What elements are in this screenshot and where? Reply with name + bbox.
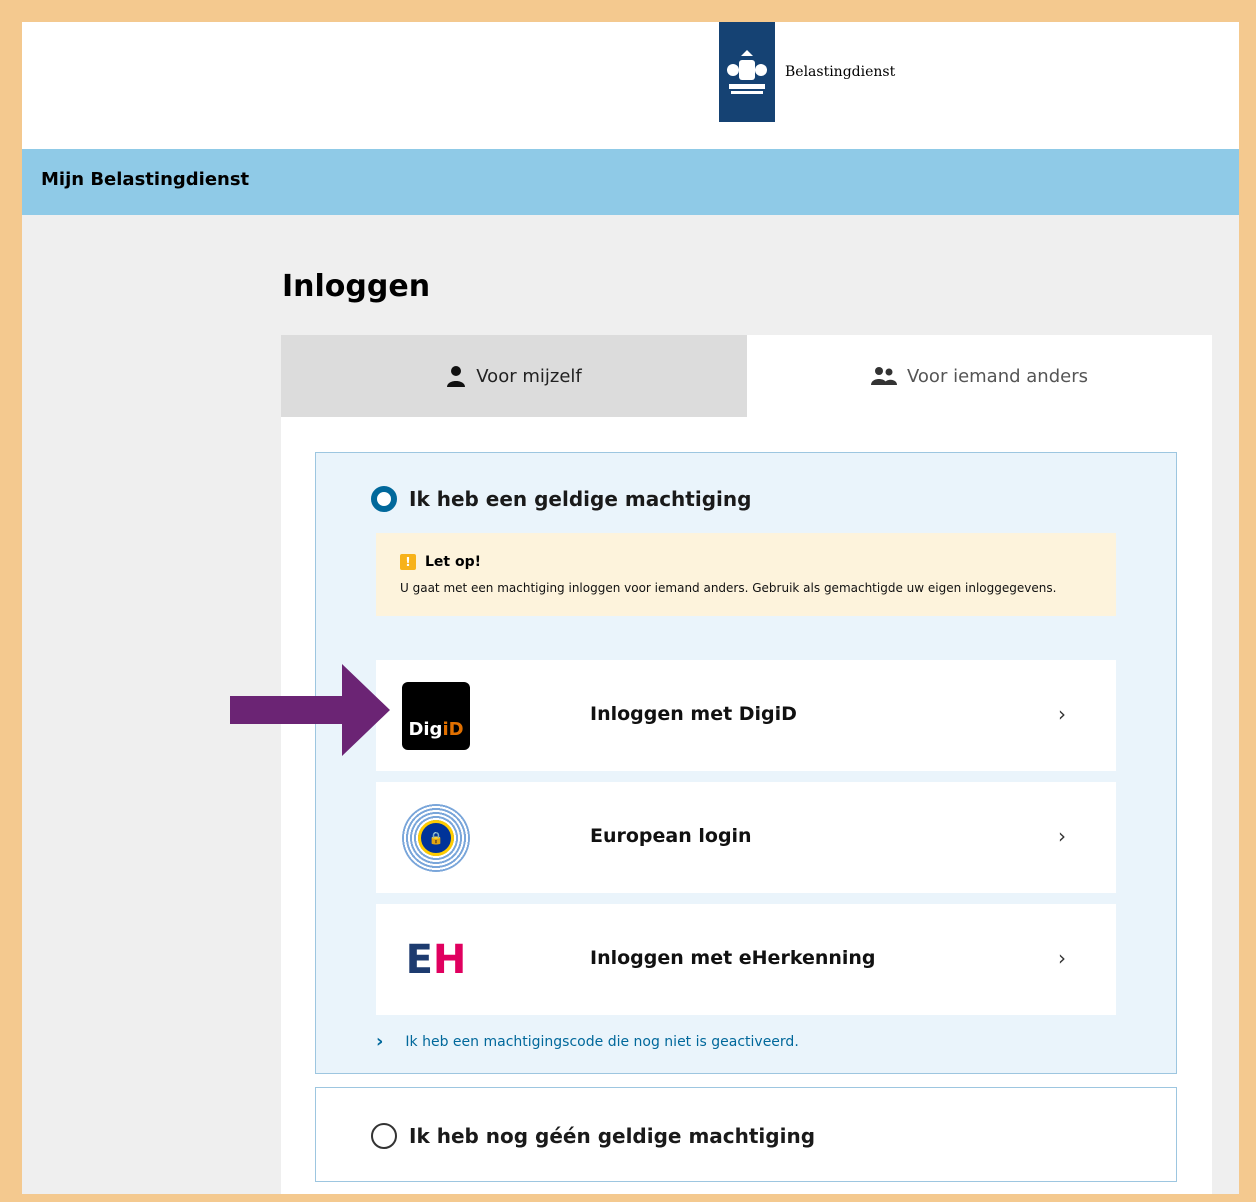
radio-checked[interactable]	[371, 486, 397, 512]
chevron-right-icon: ›	[1058, 702, 1066, 726]
option-label: Inloggen met eHerkenning	[590, 947, 876, 969]
chevron-right-icon: ›	[376, 1031, 384, 1052]
notice-text: U gaat met een machtiging inloggen voor …	[400, 581, 1057, 595]
notice-title: Let op!	[425, 554, 482, 570]
page-title: Inloggen	[282, 269, 431, 304]
tab-voor-mijzelf[interactable]: Voor mijzelf	[281, 335, 747, 417]
site-bar: Mijn Belastingdienst	[22, 149, 1239, 215]
login-option-eherkenning[interactable]: EH Inloggen met eHerkenning ›	[376, 904, 1116, 1015]
eherkenning-logo-icon: EH	[402, 926, 470, 994]
valid-authorization-panel: Ik heb een geldige machtiging ! Let op! …	[315, 452, 1177, 1074]
coat-of-arms-icon	[727, 50, 767, 94]
eh-logo-e: E	[405, 937, 433, 983]
digid-logo-text: Dig	[408, 719, 443, 740]
login-option-european[interactable]: 🔒 European login ›	[376, 782, 1116, 893]
eu-login-logo-icon: 🔒	[402, 804, 470, 872]
no-valid-authorization-panel: Ik heb nog géén geldige machtiging	[315, 1087, 1177, 1182]
tab-voor-iemand-anders[interactable]: Voor iemand anders	[747, 335, 1212, 417]
option-label: European login	[590, 825, 752, 847]
users-icon	[871, 367, 897, 385]
link-text: Ik heb een machtigingscode die nog niet …	[405, 1033, 799, 1050]
top-header: Belastingdienst	[22, 22, 1239, 149]
radio-label: Ik heb nog géén geldige machtiging	[409, 1124, 816, 1148]
site-title[interactable]: Mijn Belastingdienst	[41, 169, 249, 190]
digid-logo-text-accent: iD	[442, 719, 464, 740]
lock-icon: 🔒	[418, 820, 454, 856]
no-valid-authorization-radio-row[interactable]: Ik heb nog géén geldige machtiging	[371, 1123, 815, 1149]
notice-box: ! Let op! U gaat met een machtiging inlo…	[376, 533, 1116, 616]
valid-authorization-radio-row[interactable]: Ik heb een geldige machtiging	[371, 486, 751, 512]
radio-unchecked[interactable]	[371, 1123, 397, 1149]
eh-logo-h: H	[432, 937, 467, 983]
notice-header: ! Let op!	[400, 554, 481, 570]
activation-code-link[interactable]: › Ik heb een machtigingscode die nog nie…	[376, 1031, 799, 1052]
tab-label: Voor iemand anders	[907, 365, 1088, 387]
digid-logo-icon: Dig iD	[402, 682, 470, 750]
login-tabs: Voor mijzelf Voor iemand anders	[281, 335, 1212, 417]
arrow-right-icon	[230, 664, 390, 756]
login-option-digid[interactable]: Dig iD Inloggen met DigiD ›	[376, 660, 1116, 771]
tab-label: Voor mijzelf	[476, 365, 582, 387]
radio-label: Ik heb een geldige machtiging	[409, 487, 752, 511]
warning-icon: !	[400, 554, 416, 570]
chevron-right-icon: ›	[1058, 824, 1066, 848]
user-icon	[447, 366, 466, 387]
org-name: Belastingdienst	[785, 64, 896, 80]
option-label: Inloggen met DigiD	[590, 703, 797, 725]
tab-content: Ik heb een geldige machtiging ! Let op! …	[281, 417, 1212, 1194]
rijksoverheid-logo	[719, 22, 775, 122]
page-frame: Belastingdienst Mijn Belastingdienst Inl…	[22, 22, 1239, 1194]
chevron-right-icon: ›	[1058, 946, 1066, 970]
